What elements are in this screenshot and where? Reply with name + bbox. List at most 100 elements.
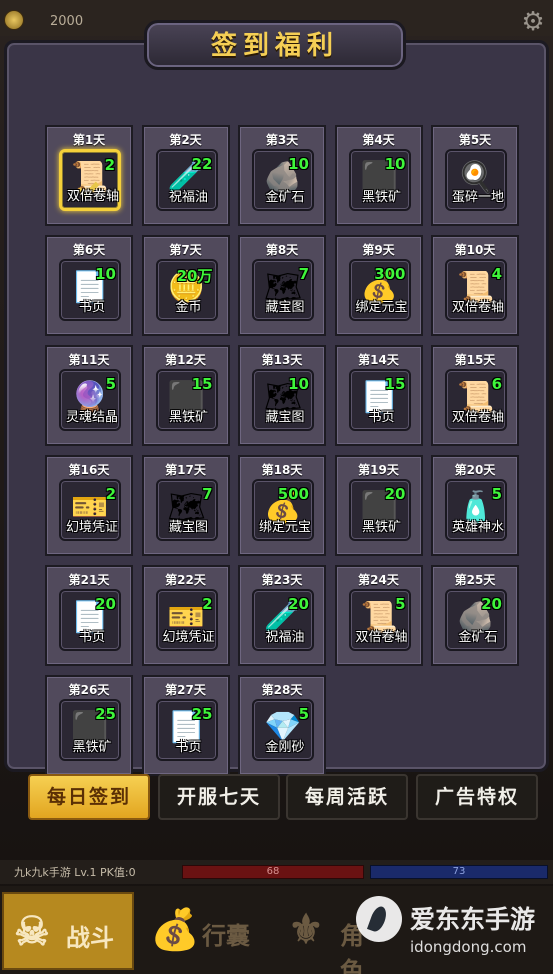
item-quantity: 10: [288, 375, 309, 393]
tab-ad-privilege[interactable]: 广告特权: [416, 774, 538, 820]
item-slot[interactable]: ⬛ 25 黑铁矿: [59, 699, 121, 761]
reward-cell[interactable]: 第14天 📄 15 书页: [334, 345, 423, 446]
nav-bag-label: 行囊: [202, 921, 250, 950]
reward-cell[interactable]: 第20天 🧴 5 英雄神水: [431, 455, 519, 556]
reward-cell[interactable]: 第5天 🍳 蛋碎一地: [431, 125, 519, 226]
item-quantity: 10: [288, 155, 309, 173]
item-slot[interactable]: 🗺 7 藏宝图: [252, 259, 314, 321]
reward-cell[interactable]: 第8天 🗺 7 藏宝图: [238, 235, 326, 336]
reward-cell[interactable]: 第9天 💰 300 绑定元宝: [334, 235, 423, 336]
watermark-url: idongdong.com: [410, 938, 527, 956]
tab-first-seven-days[interactable]: 开服七天: [158, 774, 280, 820]
day-label: 第14天: [358, 353, 399, 367]
item-slot[interactable]: 🪨 10 金矿石: [252, 149, 314, 211]
item-slot[interactable]: 📄 15 书页: [348, 369, 411, 431]
item-slot[interactable]: 🪙 20万 金币: [155, 259, 218, 321]
title-plate: 签到福利: [144, 20, 406, 70]
item-slot[interactable]: 💰 300 绑定元宝: [348, 259, 411, 321]
item-slot[interactable]: ⬛ 15 黑铁矿: [155, 369, 218, 431]
item-slot[interactable]: 💎 5 金刚砂: [252, 699, 314, 761]
reward-cell[interactable]: 第18天 💰 500 绑定元宝: [238, 455, 326, 556]
day-label: 第4天: [362, 133, 395, 147]
day-label: 第16天: [68, 463, 110, 477]
day-label: 第6天: [72, 243, 106, 257]
item-quantity: 5: [105, 375, 116, 393]
reward-cell[interactable]: 第16天 🎫 2 幻境凭证: [45, 455, 133, 556]
item-quantity: 7: [202, 485, 213, 503]
day-label: 第7天: [169, 243, 202, 257]
watermark-logo-icon: [356, 896, 402, 942]
reward-cell[interactable]: 第4天 ⬛ 10 黑铁矿: [334, 125, 423, 226]
reward-cell[interactable]: 第21天 📄 20 书页: [45, 565, 133, 666]
reward-cell[interactable]: 第28天 💎 5 金刚砂: [238, 675, 326, 776]
reward-cell[interactable]: 第25天 🪨 20 金矿石: [431, 565, 519, 666]
reward-cell[interactable]: 第13天 🗺 10 藏宝图: [238, 345, 326, 446]
item-slot[interactable]: 📄 25 书页: [155, 699, 218, 761]
reward-cell[interactable]: 第7天 🪙 20万 金币: [141, 235, 230, 336]
item-quantity: 5: [395, 595, 406, 613]
item-slot[interactable]: 📄 20 书页: [59, 589, 121, 651]
item-slot[interactable]: 🧴 5 英雄神水: [445, 479, 507, 541]
watermark: 爱东东手游 idongdong.com: [356, 890, 552, 970]
item-name: 双倍卷轴: [451, 300, 504, 315]
item-slot[interactable]: 🗺 7 藏宝图: [155, 479, 218, 541]
reward-cell[interactable]: 第10天 📜 4 双倍卷轴: [431, 235, 519, 336]
nav-battle[interactable]: ☠ 战斗: [2, 892, 134, 970]
item-quantity: 7: [298, 265, 309, 283]
tab-bar: 每日签到 开服七天 每周活跃 广告特权: [28, 774, 540, 822]
item-slot[interactable]: 📜 4 双倍卷轴: [445, 259, 507, 321]
day-label: 第12天: [165, 353, 206, 367]
item-slot[interactable]: 🧪 22 祝福油: [155, 149, 218, 211]
item-slot[interactable]: 📜 6 双倍卷轴: [445, 369, 507, 431]
item-slot[interactable]: 🧪 20 祝福油: [252, 589, 314, 651]
gear-icon[interactable]: ⚙: [519, 8, 547, 36]
reward-cell[interactable]: 第23天 🧪 20 祝福油: [238, 565, 326, 666]
item-slot[interactable]: 🪨 20 金矿石: [445, 589, 507, 651]
day-label: 第26天: [68, 683, 110, 697]
reward-cell[interactable]: 第17天 🗺 7 藏宝图: [141, 455, 230, 556]
tab-weekly-active[interactable]: 每周活跃: [286, 774, 408, 820]
item-slot[interactable]: 💰 500 绑定元宝: [252, 479, 314, 541]
item-name: 祝福油: [265, 630, 305, 645]
reward-cell[interactable]: 第15天 📜 6 双倍卷轴: [431, 345, 519, 446]
item-slot[interactable]: 🎫 2 幻境凭证: [155, 589, 218, 651]
item-name: 金刚砂: [265, 740, 305, 755]
item-slot[interactable]: 🔮 5 灵魂结晶: [59, 369, 121, 431]
nav-bag[interactable]: 💰 行囊: [140, 892, 272, 970]
character-icon: ⚜: [288, 906, 324, 953]
reward-cell[interactable]: 第11天 🔮 5 灵魂结晶: [45, 345, 133, 446]
item-slot[interactable]: 📜 5 双倍卷轴: [348, 589, 411, 651]
reward-cell[interactable]: 第19天 ⬛ 20 黑铁矿: [334, 455, 423, 556]
item-name: 英雄神水: [451, 520, 504, 535]
item-quantity: 5: [491, 485, 502, 503]
player-status-bar: 九k九k手游 Lv.1 PK值:0 68 73: [0, 860, 553, 884]
item-slot[interactable]: 🗺 10 藏宝图: [252, 369, 314, 431]
reward-cell[interactable]: 第2天 🧪 22 祝福油: [141, 125, 230, 226]
item-quantity: 20万: [176, 267, 213, 285]
nav-battle-label: 战斗: [66, 923, 114, 952]
item-name: 藏宝图: [168, 520, 208, 535]
reward-cell[interactable]: 第1天 📜 2 双倍卷轴: [45, 125, 133, 226]
player-info: 九k九k手游 Lv.1 PK值:0: [14, 866, 136, 879]
item-name: 灵魂结晶: [65, 410, 118, 425]
item-quantity: 22: [191, 155, 213, 173]
reward-cell[interactable]: 第26天 ⬛ 25 黑铁矿: [45, 675, 133, 776]
item-name: 金币: [175, 300, 202, 315]
reward-cell[interactable]: 第3天 🪨 10 金矿石: [238, 125, 326, 226]
tab-daily-signin[interactable]: 每日签到: [28, 774, 150, 820]
reward-cell[interactable]: 第27天 📄 25 书页: [141, 675, 230, 776]
item-name: 祝福油: [168, 190, 208, 205]
reward-cell[interactable]: 第22天 🎫 2 幻境凭证: [141, 565, 230, 666]
item-slot[interactable]: ⬛ 10 黑铁矿: [348, 149, 411, 211]
item-slot[interactable]: ⬛ 20 黑铁矿: [348, 479, 411, 541]
item-slot[interactable]: 🎫 2 幻境凭证: [59, 479, 121, 541]
reward-cell[interactable]: 第12天 ⬛ 15 黑铁矿: [141, 345, 230, 446]
item-quantity: 15: [384, 375, 406, 393]
nav-character[interactable]: ⚜ 角色: [278, 892, 364, 974]
item-slot[interactable]: 📄 10 书页: [59, 259, 121, 321]
reward-cell[interactable]: 第6天 📄 10 书页: [45, 235, 133, 336]
reward-cell[interactable]: 第24天 📜 5 双倍卷轴: [334, 565, 423, 666]
item-slot[interactable]: 🍳 蛋碎一地: [445, 149, 507, 211]
item-slot[interactable]: 📜 2 双倍卷轴: [59, 149, 121, 211]
day-label: 第10天: [454, 243, 496, 257]
